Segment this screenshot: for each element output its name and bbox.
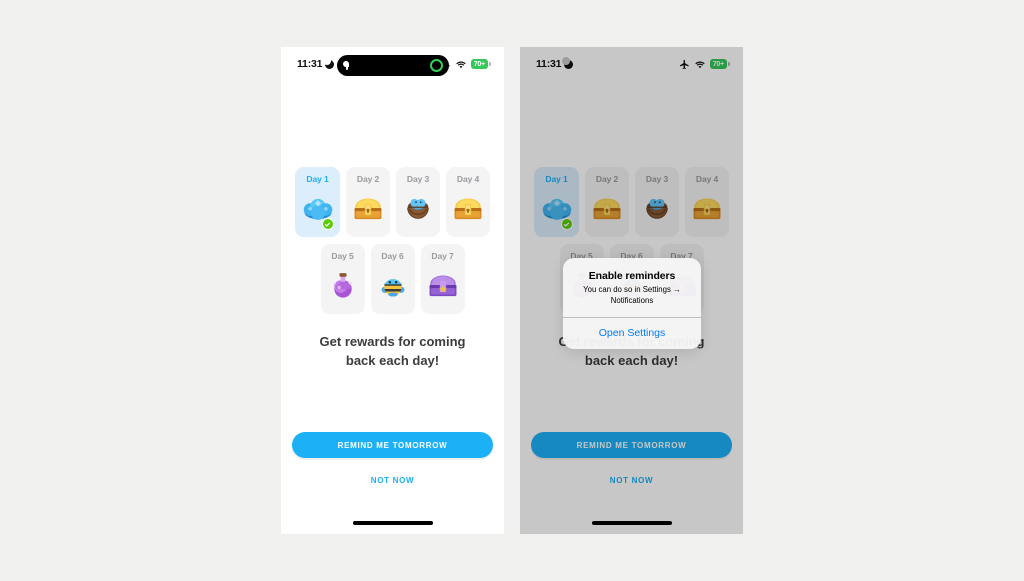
status-bar-left: 11:31 — [536, 57, 574, 70]
moon-crescent-icon — [561, 57, 574, 69]
remind-me-tomorrow-button[interactable]: REMIND ME TOMORROW — [292, 432, 493, 458]
day-card-label: Day 6 — [381, 251, 404, 261]
open-settings-button[interactable]: Open Settings — [563, 318, 701, 349]
status-bar: 11:31 70+ — [520, 47, 743, 81]
bee-character-icon — [381, 279, 404, 297]
screen-content: Day 1 Day 2 Day 3 Day 4 Day 5 Day 6 Day … — [281, 81, 504, 534]
recording-ring-icon — [429, 59, 443, 72]
check-icon — [563, 222, 570, 227]
status-time: 11:31 — [297, 58, 323, 70]
day-card-label: Day 2 — [595, 174, 619, 184]
day-card-label: Day 2 — [356, 174, 380, 184]
day-card-label: Day 4 — [695, 174, 719, 184]
home-indicator[interactable] — [591, 521, 672, 525]
purple-chest-icon — [429, 275, 456, 297]
rewards-row-2: Day 5 Day 6 Day 7 — [281, 244, 504, 314]
page-title: Get rewards for coming back each day! — [319, 334, 466, 368]
purple-potion-icon — [331, 273, 353, 298]
not-now-button[interactable]: NOT NOW — [281, 475, 504, 486]
battery-indicator: 70+ — [470, 59, 491, 69]
battery-indicator: 70+ — [709, 59, 730, 69]
check-icon — [324, 222, 331, 227]
status-time: 11:31 — [536, 58, 562, 70]
alert-message: You can do so in Settings → Notification… — [583, 285, 681, 305]
remind-me-tomorrow-button[interactable]: REMIND ME TOMORROW — [531, 432, 732, 458]
phone-screen-alert: 11:31 70+ Day 1 Day 2 Day 3 Day 4 Day 5 … — [520, 47, 743, 534]
day-card-1[interactable]: Day 1 — [534, 167, 579, 237]
gold-chest-icon — [454, 198, 482, 220]
day-card-7[interactable]: Day 7 — [420, 244, 465, 314]
phone-screen-default: 11:31 70+ Day 1 Day 2 Day 3 Day 4 Day 5 … — [281, 47, 504, 534]
day-card-2[interactable]: Day 2 — [585, 167, 629, 237]
phone-content-default: 11:31 70+ Day 1 Day 2 Day 3 Day 4 Day 5 … — [281, 47, 504, 534]
moon-crescent-icon — [322, 57, 335, 69]
rewards-row-1: Day 1 Day 2 Day 3 Day 4 — [520, 167, 743, 237]
status-bar-left: 11:31 — [297, 57, 335, 70]
day-card-label: Day 4 — [456, 174, 480, 184]
day-card-4[interactable]: Day 4 — [685, 167, 729, 237]
call-glyph-icon — [342, 61, 352, 70]
day-card-3[interactable]: Day 3 — [396, 167, 440, 237]
day-card-5[interactable]: Day 5 — [320, 244, 365, 314]
gold-chest-icon — [593, 198, 621, 220]
day-card-2[interactable]: Day 2 — [346, 167, 390, 237]
day-card-3[interactable]: Day 3 — [635, 167, 679, 237]
alert-body: Enable reminders You can do so in Settin… — [563, 258, 701, 317]
day-card-label: Day 7 — [431, 251, 454, 261]
enable-reminders-alert: Enable reminders You can do so in Settin… — [563, 258, 701, 350]
rewards-row-1: Day 1 Day 2 Day 3 Day 4 — [281, 167, 504, 237]
gold-chest-icon — [693, 198, 721, 220]
alert-title: Enable reminders — [588, 270, 676, 282]
day-card-label: Day 5 — [331, 251, 354, 261]
day-card-1[interactable]: Day 1 — [295, 167, 340, 237]
basket-bird-icon — [407, 198, 429, 219]
screenshot-stage: 11:31 70+ Day 1 Day 2 Day 3 Day 4 Day 5 … — [0, 0, 1024, 581]
phone-content-alert: 11:31 70+ Day 1 Day 2 Day 3 Day 4 Day 5 … — [520, 47, 743, 534]
basket-bird-icon — [646, 198, 668, 219]
day-card-6[interactable]: Day 6 — [370, 244, 415, 314]
day-card-label: Day 1 — [545, 174, 568, 184]
day-card-4[interactable]: Day 4 — [446, 167, 490, 237]
day-card-label: Day 1 — [306, 174, 329, 184]
dynamic-island[interactable] — [336, 55, 449, 76]
completed-check-badge — [560, 218, 573, 230]
status-bar-right: 70+ — [679, 59, 730, 70]
wifi-icon — [695, 60, 705, 68]
rewards-calendar: Day 1 Day 2 Day 3 Day 4 Day 5 Day 6 Day … — [281, 167, 504, 314]
gold-chest-icon — [354, 198, 382, 220]
home-indicator[interactable] — [352, 521, 433, 525]
wifi-icon — [456, 60, 466, 68]
completed-check-badge — [321, 218, 334, 230]
airplane-mode-icon — [679, 59, 689, 69]
day-card-label: Day 3 — [406, 174, 430, 184]
day-card-label: Day 3 — [645, 174, 669, 184]
not-now-button[interactable]: NOT NOW — [520, 475, 743, 486]
